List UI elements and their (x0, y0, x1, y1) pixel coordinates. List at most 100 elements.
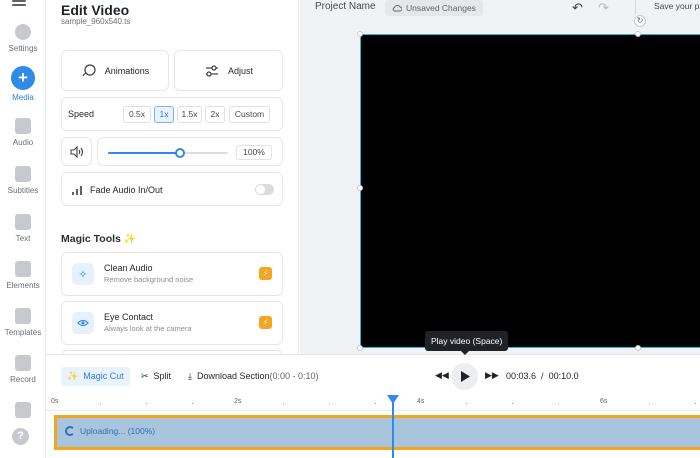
save-project-button[interactable]: Save your p (654, 1, 699, 11)
adjust-button[interactable]: Adjust (174, 50, 283, 91)
animation-icon (82, 63, 96, 76)
time-display: 00:03.6 / 00:10.0 (506, 371, 579, 381)
speaker-icon (69, 145, 83, 158)
canvas-area: Project Name Unsaved Changes ↶ ↷ Save yo… (300, 0, 700, 354)
play-button[interactable] (451, 363, 478, 390)
project-name[interactable]: Project Name (315, 1, 376, 12)
mute-button[interactable] (61, 137, 92, 166)
speed-option-1x[interactable]: 1x (154, 106, 174, 123)
panel-title: Edit Video (61, 2, 130, 18)
nav-label: Audio (12, 138, 34, 147)
plus-icon: + (11, 66, 35, 90)
nav-media[interactable]: + Media (0, 66, 46, 112)
nav-settings[interactable]: Settings (0, 24, 46, 70)
eye-contact-tool[interactable]: Eye Contact Always look at the camera ⚡ (61, 301, 283, 345)
tool-description: Always look at the camera (104, 324, 192, 333)
video-preview[interactable] (360, 34, 700, 348)
fade-audio-row: Fade Audio In/Out (61, 172, 283, 206)
playhead[interactable] (392, 398, 394, 458)
nav-text[interactable]: Text (0, 214, 46, 260)
fade-audio-toggle[interactable] (255, 184, 274, 195)
nav-label: Elements (6, 281, 40, 290)
speed-option-1-5x[interactable]: 1.5x (177, 106, 202, 123)
playhead-handle[interactable] (387, 395, 399, 404)
nav-more[interactable] (0, 402, 46, 418)
total-time: 00:10.0 (548, 371, 579, 381)
tick-mark (695, 403, 696, 404)
rotate-icon[interactable]: ↻ (634, 15, 646, 27)
save-status-text: Unsaved Changes (406, 3, 476, 13)
cloud-icon (392, 5, 402, 12)
hamburger-menu-icon[interactable] (12, 0, 26, 10)
split-label: Split (153, 371, 172, 381)
play-icon (460, 371, 470, 382)
time-separator: / (541, 371, 544, 381)
spinner-icon (65, 426, 75, 436)
animations-button[interactable]: Animations (61, 50, 169, 91)
speed-option-2x[interactable]: 2x (205, 106, 225, 123)
volume-control: 100% (97, 137, 283, 166)
magic-cut-button[interactable]: ✨ Magic Cut (61, 367, 130, 386)
current-time: 00:03.6 (506, 371, 537, 381)
volume-slider[interactable] (108, 148, 228, 158)
tick-mark (375, 403, 376, 404)
upload-status: Uploading... (100%) (65, 426, 155, 436)
sliders-icon (205, 64, 218, 77)
magic-tools-heading: Magic Tools ✨ (61, 233, 136, 245)
clean-audio-tool[interactable]: ✧ Clean Audio Remove background noise ⚡ (61, 252, 283, 296)
lightning-icon: ⚡ (259, 267, 272, 280)
resize-handle[interactable] (357, 31, 363, 37)
nav-label: Record (10, 375, 36, 384)
tick-label: 0s (51, 398, 59, 405)
sparkle-icon: ✧ (72, 263, 94, 285)
help-icon[interactable]: ? (12, 428, 29, 445)
sparkles-icon: ✨ (123, 234, 137, 245)
undo-icon[interactable]: ↶ (572, 0, 583, 16)
volume-slider-handle[interactable] (175, 148, 185, 158)
nav-record[interactable]: Record (0, 355, 46, 401)
nav-subtitles[interactable]: Subtitles (0, 166, 46, 212)
save-status-badge: Unsaved Changes (385, 0, 483, 16)
speed-option-custom[interactable]: Custom (229, 106, 270, 123)
skip-back-icon[interactable]: ◀◀ (435, 370, 449, 381)
tick-mark (146, 403, 147, 404)
gear-icon (15, 24, 31, 40)
divider (635, 0, 636, 14)
resize-handle[interactable] (357, 185, 363, 191)
subtitles-icon (15, 166, 31, 182)
split-button[interactable]: ✂ Split (141, 367, 171, 386)
shapes-icon (15, 261, 31, 277)
eye-icon (72, 312, 94, 334)
tick-label: 2s (234, 398, 242, 405)
timeline-ruler[interactable]: 0s 2s 4s 6s (46, 395, 700, 411)
download-section-button[interactable]: ⤓ Download Section (0:00 - 0:10) (188, 367, 319, 386)
tool-name: Clean Audio (104, 263, 153, 273)
nav-audio[interactable]: Audio (0, 118, 46, 164)
volume-value[interactable]: 100% (236, 145, 272, 160)
tool-name: Eye Contact (104, 312, 154, 322)
download-label: Download Section (196, 371, 270, 381)
more-icon (15, 402, 31, 418)
edit-panel: Edit Video sample_960x540.ts Animations … (46, 0, 299, 354)
resize-handle[interactable] (635, 345, 641, 351)
left-nav: Settings + Media Audio Subtitles Text El… (0, 0, 46, 458)
tool-description: Remove background noise (104, 275, 194, 284)
speed-option-0-5x[interactable]: 0.5x (123, 106, 151, 123)
volume-slider-fill (108, 152, 180, 154)
timeline-panel: ✨ Magic Cut ✂ Split ⤓ Download Section (0… (46, 354, 700, 458)
nav-elements[interactable]: Elements (0, 261, 46, 307)
tick-mark (649, 403, 650, 404)
resize-handle[interactable] (635, 31, 641, 37)
tick-mark (512, 403, 513, 404)
upload-status-text: Uploading... (100%) (80, 426, 156, 436)
magic-tools-title: Magic Tools (61, 233, 121, 245)
nav-templates[interactable]: Templates (0, 308, 46, 354)
play-tooltip: Play video (Space) (425, 331, 509, 355)
redo-icon[interactable]: ↷ (598, 0, 609, 16)
tick-label: 4s (417, 398, 425, 405)
skip-forward-icon[interactable]: ▶▶ (485, 370, 499, 381)
resize-handle[interactable] (357, 345, 363, 351)
text-icon (15, 214, 31, 230)
templates-icon (15, 308, 31, 324)
video-clip-track[interactable]: Uploading... (100%) (54, 415, 700, 450)
